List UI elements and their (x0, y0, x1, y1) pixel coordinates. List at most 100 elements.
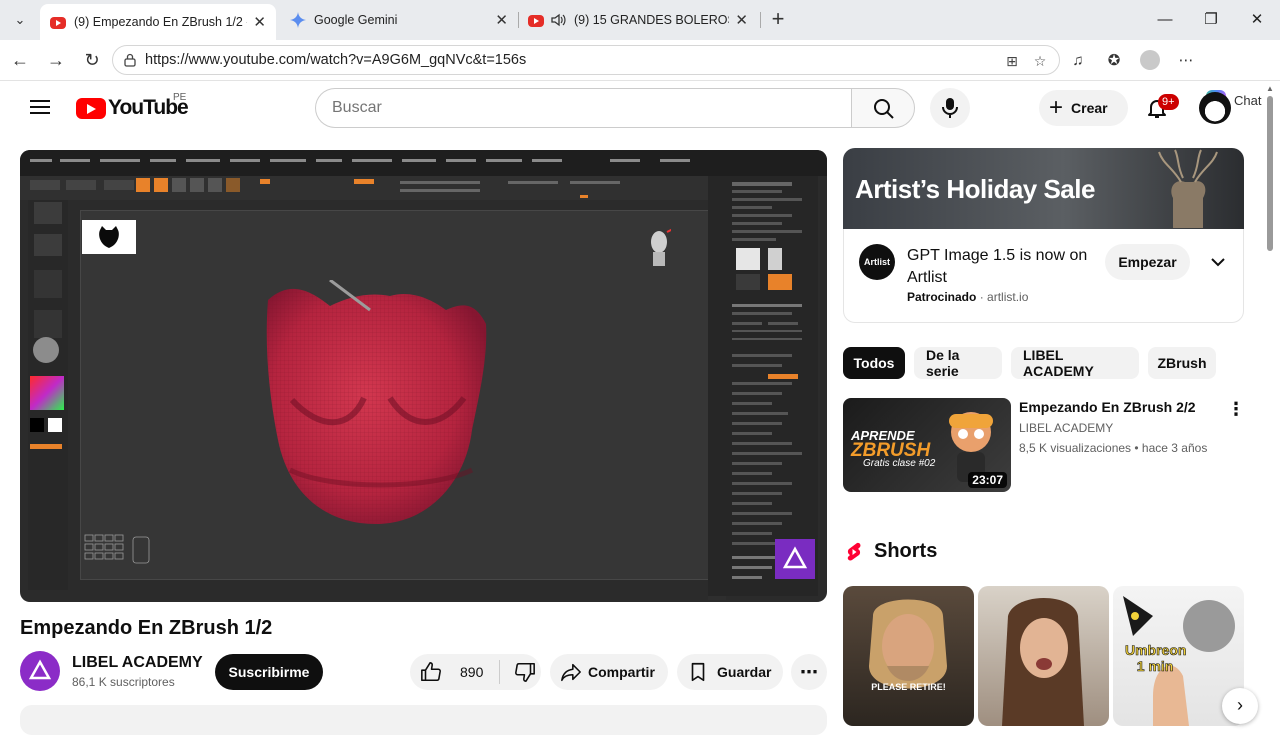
kebab-menu-icon[interactable]: ⋮ (1226, 400, 1246, 420)
speaker-icon[interactable] (550, 12, 566, 28)
recommended-channel[interactable]: LIBEL ACADEMY (1019, 421, 1113, 435)
save-button[interactable]: Guardar (677, 654, 783, 690)
ad-title[interactable]: GPT Image 1.5 is now on Artlist (907, 245, 1097, 289)
tab-label: (9) 15 GRANDES BOLEROS VO (574, 13, 729, 27)
scroll-up-arrow-icon[interactable]: ▲ (1264, 84, 1276, 93)
dislike-thumb-icon[interactable] (514, 661, 536, 683)
video-player[interactable] (20, 150, 827, 602)
tab-actions-chevron-icon[interactable]: ⌄ (6, 6, 34, 34)
bookmark-icon (691, 662, 705, 682)
libel-academy-watermark (775, 539, 815, 579)
minimize-icon[interactable]: — (1150, 8, 1180, 32)
tab-boleros-video[interactable]: (9) 15 GRANDES BOLEROS VO ✕ (518, 4, 758, 36)
account-avatar[interactable] (1199, 92, 1231, 124)
chip-de-la-serie[interactable]: De la serie (914, 347, 1002, 379)
profile-avatar-icon[interactable] (1140, 50, 1160, 70)
sponsored-label: Patrocinado (907, 290, 977, 304)
chip-zbrush[interactable]: ZBrush (1148, 347, 1216, 379)
plus-icon: + (1049, 94, 1064, 121)
create-button[interactable]: + Crear (1039, 90, 1128, 126)
short-thumbnail-woman (1002, 598, 1084, 726)
ad-cta-button[interactable]: Empezar (1105, 244, 1190, 280)
shorts-next-arrow-icon[interactable]: › (1222, 688, 1258, 724)
browser-toolbar: ← → ↻ https://www.youtube.com/watch?v=A9… (0, 40, 1280, 110)
youtube-icon (528, 15, 544, 27)
more-actions-icon[interactable]: ⋯ (791, 654, 827, 690)
close-icon[interactable]: ✕ (253, 13, 266, 31)
zbrush-alpha-preview (82, 220, 136, 254)
browser-tab-bar: ⌄ (9) Empezando En ZBrush 1/2 - Yo ✕ Goo… (0, 0, 1280, 40)
ad-banner-image[interactable]: Artist’s Holiday Sale (843, 148, 1244, 229)
close-icon[interactable]: ✕ (495, 11, 508, 29)
search-input[interactable] (316, 89, 851, 127)
hamburger-menu-icon[interactable] (28, 96, 52, 120)
zbrush-toolbar (20, 176, 708, 200)
channel-avatar[interactable] (20, 651, 60, 691)
microphone-icon (942, 98, 958, 118)
recommended-thumbnail[interactable]: APRENDE ZBRUSH Gratis clase #02 23:07 (843, 398, 1011, 492)
forward-arrow-icon[interactable]: → (44, 48, 68, 72)
youtube-play-icon (76, 97, 106, 119)
short-card[interactable]: PLEASE RETIRE! (843, 586, 974, 726)
artlist-logo[interactable]: Artlist (859, 244, 895, 280)
short-caption: PLEASE RETIRE! (871, 682, 946, 692)
lock-icon[interactable] (123, 53, 137, 67)
back-arrow-icon[interactable]: ← (8, 48, 32, 72)
window-close-icon[interactable]: ✕ (1242, 8, 1272, 32)
reload-icon[interactable]: ↻ (80, 48, 104, 72)
tab-label: (9) Empezando En ZBrush 1/2 - Yo (74, 15, 247, 29)
recommended-title[interactable]: Empezando En ZBrush 2/2 (1019, 399, 1196, 415)
description-box[interactable] (20, 705, 827, 735)
share-button[interactable]: Compartir (550, 654, 668, 690)
ad-meta: Patrocinado · artlist.io (907, 290, 1029, 304)
chevron-down-icon[interactable] (1208, 252, 1228, 272)
voice-search-button[interactable] (930, 88, 970, 128)
favorite-star-icon[interactable]: ☆ (1031, 52, 1049, 70)
tab-label: Google Gemini (314, 13, 398, 27)
scrollbar-thumb[interactable] (1267, 96, 1273, 251)
short-caption: Umbreon 1 min (1125, 642, 1187, 675)
chat-label: Chat (1234, 92, 1262, 108)
address-bar[interactable]: https://www.youtube.com/watch?v=A9G6M_gq… (112, 45, 1060, 75)
save-label: Guardar (717, 664, 772, 680)
share-label: Compartir (588, 664, 655, 680)
search-button[interactable] (851, 88, 915, 128)
subscribe-button[interactable]: Suscribirme (215, 654, 323, 690)
shorts-title: Shorts (874, 540, 938, 562)
share-arrow-icon (561, 663, 581, 682)
like-dislike-group: 890 (410, 654, 541, 690)
chip-libel-academy[interactable]: LIBEL ACADEMY (1011, 347, 1139, 379)
subscriber-count: 86,1 K suscriptores (72, 675, 175, 689)
favorites-icon[interactable]: ✪ (1104, 51, 1124, 71)
chip-todos[interactable]: Todos (843, 347, 905, 379)
zbrush-keyboard-hint (84, 534, 150, 564)
thumb-text-clase: Gratis clase #02 (863, 458, 936, 469)
zbrush-left-shelf (28, 200, 68, 590)
search-icon (874, 99, 894, 119)
video-duration: 23:07 (968, 472, 1007, 488)
country-code: PE (173, 92, 187, 103)
notification-count-badge: 9+ (1158, 94, 1179, 110)
restore-icon[interactable]: ❐ (1196, 8, 1226, 32)
tab-zbrush-video[interactable]: (9) Empezando En ZBrush 1/2 - Yo ✕ (40, 4, 276, 40)
url-text: https://www.youtube.com/watch?v=A9G6M_gq… (145, 52, 527, 68)
like-thumb-icon[interactable] (420, 661, 442, 683)
ad-banner-text: Artist’s Holiday Sale (855, 174, 1095, 204)
like-divider (499, 660, 501, 684)
media-control-icon[interactable]: ♫ (1068, 51, 1088, 71)
zbrush-tool-palette (708, 176, 818, 596)
short-card[interactable] (978, 586, 1109, 726)
shorts-icon (847, 542, 861, 561)
more-options-icon[interactable]: ⋯ (1176, 51, 1196, 71)
new-tab-plus-icon[interactable]: + (766, 8, 790, 32)
short-thumbnail-man (869, 599, 947, 689)
close-icon[interactable]: ✕ (735, 11, 748, 29)
search-input-container (315, 88, 851, 128)
channel-name[interactable]: LIBEL ACADEMY (72, 654, 203, 672)
tab-google-gemini[interactable]: Google Gemini ✕ (280, 4, 518, 36)
video-title: Empezando En ZBrush 1/2 (20, 617, 273, 639)
zbrush-orientation-head (651, 228, 671, 266)
youtube-logo[interactable]: YouTube (76, 96, 189, 120)
apps-icon[interactable]: ⊞ (1003, 52, 1021, 70)
gemini-icon (290, 12, 306, 28)
